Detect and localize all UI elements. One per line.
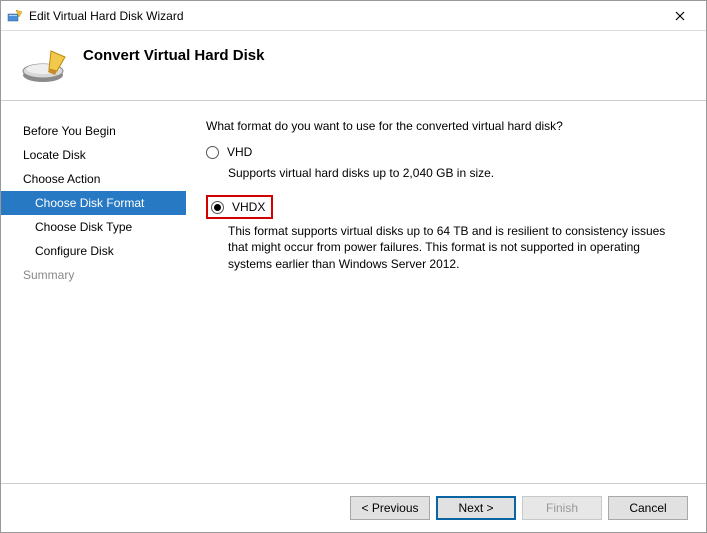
option-vhdx[interactable]: VHDX — [211, 200, 265, 214]
radio-vhd[interactable] — [206, 146, 219, 159]
titlebar: Edit Virtual Hard Disk Wizard — [1, 1, 706, 31]
sidebar-item-summary: Summary — [1, 263, 186, 287]
radio-vhdx[interactable] — [211, 201, 224, 214]
sidebar-item-configure-disk[interactable]: Configure Disk — [1, 239, 186, 263]
close-button[interactable] — [660, 2, 700, 30]
wizard-window: Edit Virtual Hard Disk Wizard Convert Vi… — [0, 0, 707, 533]
window-title: Edit Virtual Hard Disk Wizard — [29, 9, 660, 23]
prompt-text: What format do you want to use for the c… — [206, 119, 686, 133]
hard-disk-icon — [21, 47, 69, 90]
sidebar-item-choose-disk-type[interactable]: Choose Disk Type — [1, 215, 186, 239]
sidebar-item-locate-disk[interactable]: Locate Disk — [1, 143, 186, 167]
option-vhd[interactable]: VHD — [206, 145, 686, 159]
cancel-button[interactable]: Cancel — [608, 496, 688, 520]
sidebar: Before You Begin Locate Disk Choose Acti… — [1, 101, 186, 483]
next-button[interactable]: Next > — [436, 496, 516, 520]
page-title: Convert Virtual Hard Disk — [83, 47, 264, 64]
sidebar-item-before-you-begin[interactable]: Before You Begin — [1, 119, 186, 143]
sidebar-item-choose-action[interactable]: Choose Action — [1, 167, 186, 191]
wizard-header: Convert Virtual Hard Disk — [1, 31, 706, 101]
vhd-label: VHD — [227, 145, 252, 159]
vhd-description: Supports virtual hard disks up to 2,040 … — [228, 165, 686, 181]
vhdx-label: VHDX — [232, 200, 265, 214]
vhdx-highlight: VHDX — [206, 195, 273, 219]
finish-button: Finish — [522, 496, 602, 520]
app-icon — [7, 8, 23, 24]
wizard-body: Before You Begin Locate Disk Choose Acti… — [1, 101, 706, 483]
sidebar-item-choose-disk-format[interactable]: Choose Disk Format — [1, 191, 186, 215]
vhdx-description: This format supports virtual disks up to… — [228, 223, 686, 272]
wizard-footer: < Previous Next > Finish Cancel — [1, 483, 706, 532]
previous-button[interactable]: < Previous — [350, 496, 430, 520]
content-area: What format do you want to use for the c… — [186, 101, 706, 483]
